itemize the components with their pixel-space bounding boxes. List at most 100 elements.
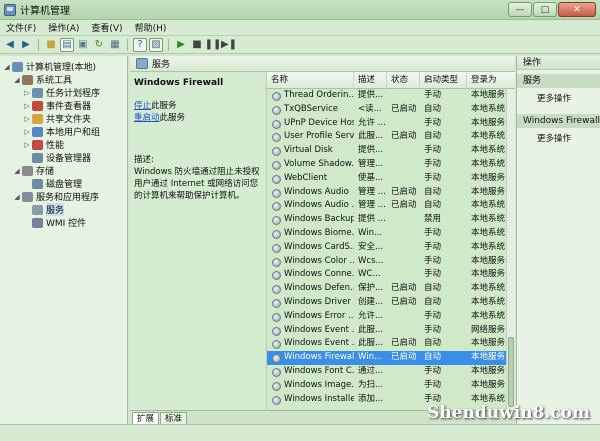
tree-item[interactable]: ◢ 存储 — [13, 164, 54, 177]
back-arrow-icon[interactable]: ◀ — [3, 38, 17, 52]
more-actions-firewall[interactable]: 更多操作 — [517, 132, 600, 146]
table-row[interactable]: Windows Error ... 允许... 手动 本地系统 — [267, 310, 507, 324]
tree-item-label: 共享文件夹 — [46, 115, 92, 125]
table-row[interactable]: Windows Event ... 此服... 手动 网络服务 — [267, 324, 507, 338]
table-row[interactable]: Windows Audio ... 管理 ... 已启动 自动 本地系统 — [267, 199, 507, 213]
table-row[interactable]: Windows Color ... Wcs... 手动 本地服务 — [267, 255, 507, 269]
table-row[interactable]: Windows Image... 为扫... 手动 本地服务 — [267, 379, 507, 393]
column-description[interactable]: 描述 — [354, 72, 387, 89]
tab-extended[interactable]: 扩展 — [132, 412, 160, 424]
vertical-scrollbar[interactable] — [506, 89, 515, 410]
tree-item[interactable]: ◢ 系统工具 — [13, 73, 72, 86]
table-row[interactable]: Windows Driver ... 创建... 已启动 自动 本地系统 — [267, 296, 507, 310]
cell-status — [391, 268, 421, 282]
cell-status: 已启动 — [391, 131, 417, 142]
actions-section-services[interactable]: 服务 — [517, 74, 600, 88]
menu-view[interactable]: 查看(V) — [85, 21, 128, 34]
cell-name: Windows Error ... — [284, 310, 354, 321]
start-service-icon[interactable]: ▶ — [174, 38, 188, 52]
more-actions-services[interactable]: 更多操作 — [517, 92, 600, 106]
tree-item[interactable]: ▷ 共享文件夹 — [23, 112, 91, 125]
table-row[interactable]: Windows Event ... 此服... 已启动 自动 本地服务 — [267, 337, 507, 351]
table-row[interactable]: UPnP Device Host 允许 ... 手动 本地服务 — [267, 117, 507, 131]
actions-section-firewall[interactable]: Windows Firewall — [517, 114, 600, 128]
tree-expander-icon[interactable]: ◢ — [13, 76, 21, 84]
cell-status: 已启动 — [391, 200, 417, 211]
cell-logon: 本地服务 — [471, 117, 506, 128]
properties-icon[interactable]: ▣ — [76, 38, 90, 52]
cell-name: Windows Firewall — [284, 352, 354, 363]
column-name[interactable]: 名称 — [267, 72, 354, 89]
up-folder-icon[interactable]: ■ — [44, 38, 58, 52]
table-row[interactable]: Thread Orderin... 提供... 手动 本地服务 — [267, 89, 507, 103]
table-row[interactable]: Windows Font C... 通过... 手动 本地服务 — [267, 365, 507, 379]
tree-item[interactable]: ▷ 任务计划程序 — [23, 86, 100, 99]
tree-item-label: 事件查看器 — [46, 102, 92, 112]
menu-help[interactable]: 帮助(H) — [129, 21, 173, 34]
tree-expander-icon[interactable]: ◢ — [13, 167, 21, 175]
column-startup-type[interactable]: 启动类型 — [420, 72, 467, 89]
tree-node-icon — [32, 113, 43, 124]
tab-standard[interactable]: 标准 — [160, 412, 188, 424]
tree-expander-icon[interactable]: ▷ — [23, 115, 31, 123]
service-gear-icon — [272, 395, 281, 405]
table-row[interactable]: Virtual Disk 提供... 手动 本地系统 — [267, 144, 507, 158]
menu-action[interactable]: 操作(A) — [42, 21, 85, 34]
tree-item[interactable]: ◢ 计算机管理(本地) — [3, 60, 96, 73]
tree-item[interactable]: 磁盘管理 — [23, 177, 82, 190]
table-row[interactable]: Windows Firewall Win... 已启动 自动 本地服务 — [267, 351, 507, 365]
stop-service-icon[interactable]: ■ — [190, 38, 204, 52]
maximize-button[interactable]: □ — [533, 2, 557, 17]
stop-service-link[interactable]: 停止 — [134, 101, 151, 111]
help-icon[interactable]: ? — [133, 37, 147, 52]
table-row[interactable]: Windows Conne... WC... 手动 本地服务 — [267, 268, 507, 282]
cell-status — [391, 117, 421, 131]
refresh-icon[interactable]: ↻ — [92, 38, 106, 52]
close-button[interactable]: ✕ — [558, 2, 596, 17]
action-pane-icon[interactable]: ▧ — [149, 37, 163, 52]
tree-expander-icon[interactable]: ▷ — [23, 128, 31, 136]
table-row[interactable]: TxQBService <读... 已启动 自动 本地系统 — [267, 103, 507, 117]
cell-startup: 自动 — [424, 103, 442, 114]
table-row[interactable]: WebClient 使基... 手动 本地服务 — [267, 172, 507, 186]
tree-item[interactable]: ◢ 服务和应用程序 — [13, 190, 99, 203]
table-row[interactable]: Windows Audio 管理 ... 已启动 自动 本地服务 — [267, 186, 507, 200]
scrollbar-thumb[interactable] — [508, 337, 514, 407]
restart-service-link[interactable]: 重启动 — [134, 113, 160, 123]
cell-name: Volume Shadow... — [284, 159, 354, 169]
cell-name: Windows Font C... — [284, 366, 354, 376]
restart-service-icon[interactable]: ▶❚ — [221, 38, 237, 52]
table-row[interactable]: User Profile Serv... 此服... 已启动自动 本地系统 — [267, 130, 507, 144]
pause-service-icon[interactable]: ❚❚ — [205, 38, 222, 52]
tree-expander-icon[interactable]: ▷ — [23, 102, 31, 110]
tree-expander-icon[interactable]: ◢ — [13, 193, 21, 201]
table-row[interactable]: Windows Defen... 保护... 已启动 自动 本地系统 — [267, 282, 507, 296]
tree-item[interactable]: ▷ 事件查看器 — [23, 99, 91, 112]
tree-item[interactable]: ▷ 本地用户和组 — [23, 125, 100, 138]
forward-arrow-icon[interactable]: ▶ — [19, 38, 33, 52]
cell-startup: 自动 — [424, 338, 442, 349]
export-list-icon[interactable]: ▦ — [108, 38, 122, 52]
column-logon-as[interactable]: 登录为 — [467, 72, 515, 89]
column-status[interactable]: 状态 — [387, 72, 420, 89]
table-row[interactable]: Windows CardS... 安全... 手动 本地系统 — [267, 241, 507, 255]
tree-item-label: 计算机管理(本地) — [26, 63, 97, 73]
cell-desc: Win... — [358, 228, 383, 238]
tree-item[interactable]: ▷ 性能 — [23, 138, 64, 151]
tree-item[interactable]: 设备管理器 — [23, 151, 91, 164]
tree-expander-icon[interactable]: ◢ — [3, 63, 11, 71]
tree-item[interactable]: 服务 — [23, 203, 65, 216]
tree-expander-icon[interactable]: ▷ — [23, 89, 31, 97]
service-gear-icon — [272, 312, 281, 322]
table-row[interactable]: Windows Backup 提供 ... 禁用 本地系统 — [267, 213, 507, 227]
table-row[interactable]: Volume Shadow... 管理... 手动 本地系统 — [267, 158, 507, 172]
menu-file[interactable]: 文件(F) — [0, 21, 42, 34]
show-hide-tree-icon[interactable]: ▤ — [60, 37, 74, 52]
tree-expander-icon[interactable]: ▷ — [23, 141, 31, 149]
minimize-button[interactable]: — — [508, 2, 532, 17]
status-bar — [0, 424, 600, 441]
description-text: Windows 防火墙通过阻止未授权用户通过 Internet 或网络访问您的计… — [134, 167, 260, 201]
table-row[interactable]: Windows Biome... Win... 手动 本地系统 — [267, 227, 507, 241]
cell-desc: 提供... — [358, 90, 384, 100]
tree-item[interactable]: WMI 控件 — [23, 216, 86, 229]
